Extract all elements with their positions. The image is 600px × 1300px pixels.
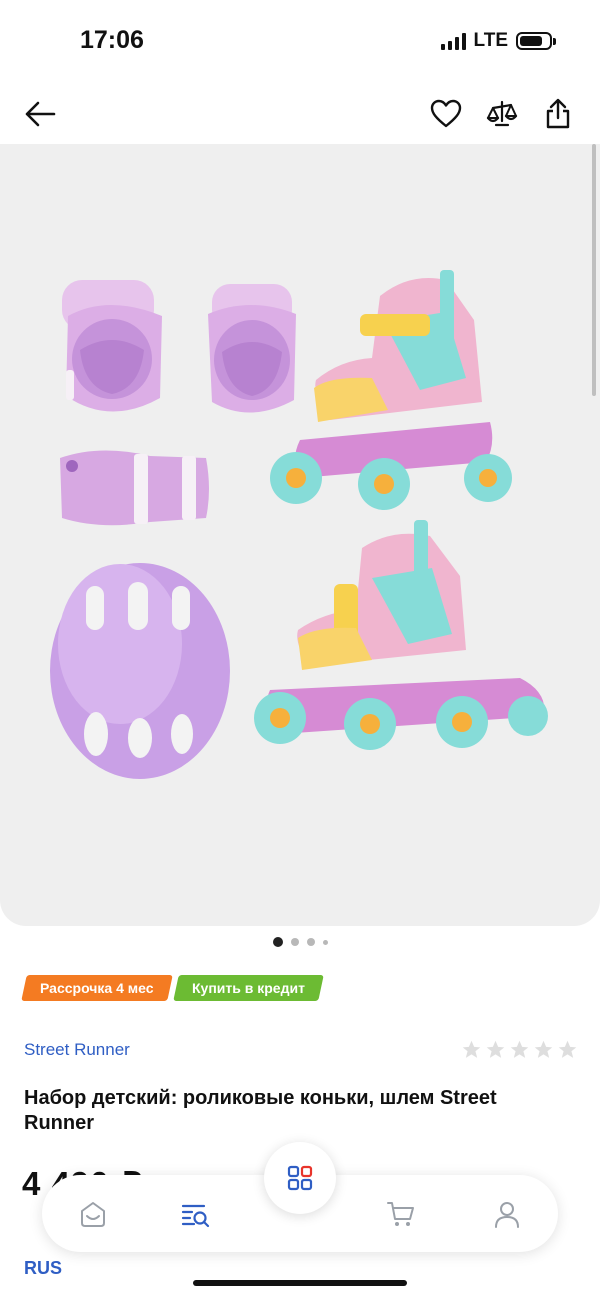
status-bar: 17:06 LTE	[0, 0, 600, 80]
star-icon	[510, 1040, 529, 1058]
inline-skate-top	[270, 270, 512, 510]
tab-profile[interactable]	[490, 1197, 524, 1231]
share-icon	[546, 98, 570, 129]
star-icon	[558, 1040, 577, 1058]
compare-button[interactable]	[482, 94, 522, 134]
product-image	[50, 270, 548, 779]
region-label[interactable]: RUS	[24, 1258, 62, 1279]
star-icon	[534, 1040, 553, 1058]
product-title: Набор детский: роликовые коньки, шлем St…	[24, 1087, 497, 1134]
pagination-dot[interactable]	[272, 937, 283, 947]
apps-grid-icon	[287, 1165, 313, 1191]
star-icon	[486, 1040, 505, 1058]
product-image-gallery[interactable]	[0, 144, 600, 926]
apps-button[interactable]	[264, 1142, 336, 1214]
scales-icon	[486, 100, 518, 127]
tab-home[interactable]	[76, 1197, 110, 1231]
battery-icon	[516, 32, 556, 50]
scrollbar[interactable]	[592, 144, 596, 396]
cart-icon	[387, 1202, 414, 1226]
pagination-dot[interactable]	[306, 938, 315, 946]
signal-icon	[440, 32, 466, 50]
status-time: 17:06	[80, 26, 144, 54]
status-indicators: LTE	[440, 30, 556, 52]
favorite-button[interactable]	[426, 94, 466, 134]
home-icon	[81, 1202, 105, 1227]
rating-stars[interactable]	[461, 1039, 578, 1060]
knee-pad-right	[208, 284, 296, 413]
arrow-left-icon	[25, 101, 56, 127]
tab-catalog[interactable]	[178, 1197, 212, 1231]
pagination-dot[interactable]	[322, 939, 328, 945]
profile-icon	[495, 1202, 519, 1228]
pagination-dot[interactable]	[290, 938, 299, 946]
inline-skate-bottom	[254, 520, 548, 750]
helmet	[50, 563, 230, 779]
credit-badge[interactable]: Купить в кредит	[172, 975, 324, 1001]
heart-icon	[430, 99, 462, 128]
network-label: LTE	[473, 30, 508, 51]
gallery-pagination[interactable]	[0, 937, 600, 947]
wrist-guard	[60, 450, 209, 526]
brand-link[interactable]: Street Runner	[24, 1040, 130, 1060]
tab-cart[interactable]	[384, 1197, 418, 1231]
home-indicator[interactable]	[193, 1280, 407, 1286]
star-icon	[462, 1040, 481, 1058]
back-button[interactable]	[20, 94, 60, 134]
installment-badge[interactable]: Рассрочка 4 мес	[21, 975, 173, 1001]
catalog-search-icon	[181, 1204, 210, 1228]
top-navigation	[0, 88, 600, 140]
share-button[interactable]	[538, 94, 578, 134]
knee-pad-left	[62, 280, 162, 412]
payment-badges: Рассрочка 4 мес Купить в кредит	[21, 975, 324, 1001]
